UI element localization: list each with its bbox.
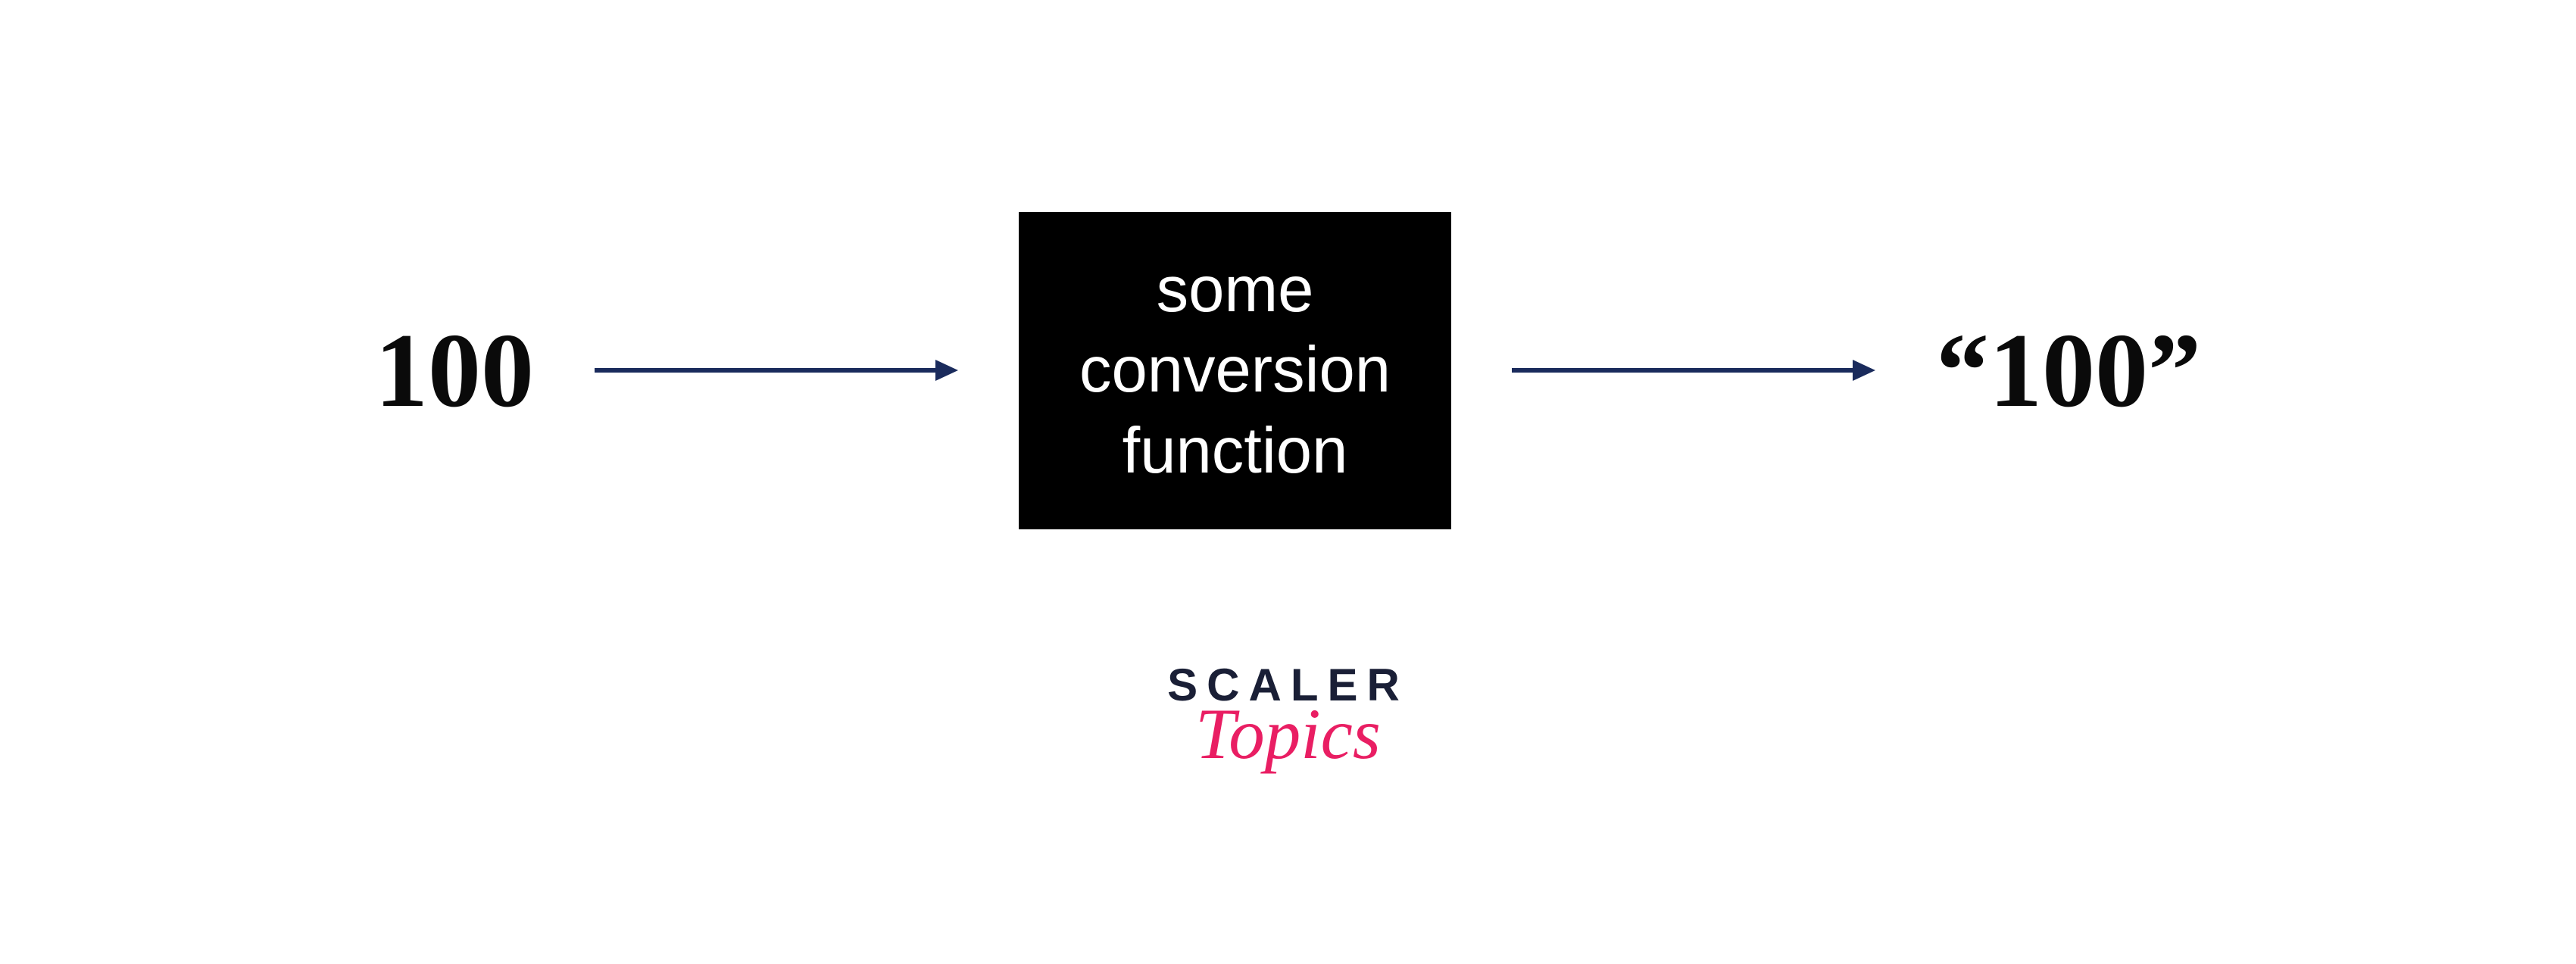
input-value: 100 xyxy=(375,310,534,432)
box-text-line1: some xyxy=(1079,250,1391,330)
output-value: “100” xyxy=(1936,310,2201,432)
box-text-line3: function xyxy=(1079,411,1391,491)
conversion-diagram: 100 some conversion function “100” xyxy=(0,212,2576,529)
box-text-line2: conversion xyxy=(1079,330,1391,410)
logo-text-topics: Topics xyxy=(1167,692,1409,775)
arrow-icon xyxy=(1512,355,1875,385)
scaler-topics-logo: SCALER Topics xyxy=(1167,659,1409,775)
arrow-icon xyxy=(595,355,958,385)
conversion-function-box: some conversion function xyxy=(1019,212,1451,529)
